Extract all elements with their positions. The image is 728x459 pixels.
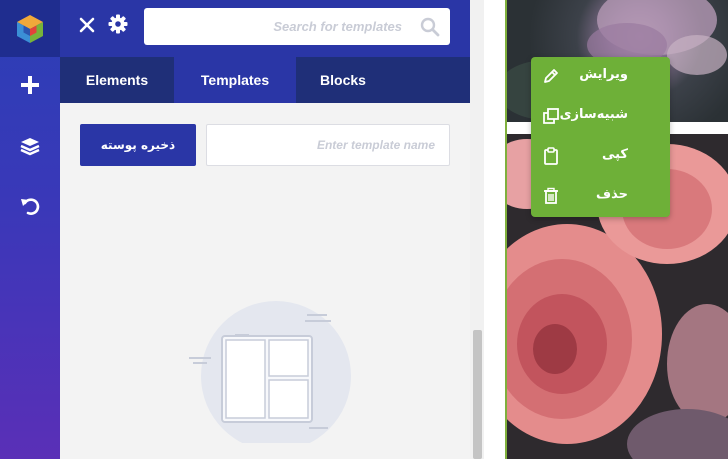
scrollbar-thumb[interactable] <box>473 330 482 459</box>
trash-icon <box>544 187 558 204</box>
tab-blocks[interactable]: Blocks <box>296 57 390 103</box>
element-context-menu: ویرایش شبیه‌سازی کپی حذف <box>531 57 670 217</box>
logo-icon[interactable] <box>0 0 60 57</box>
layers-icon <box>20 138 40 156</box>
tab-templates[interactable]: Templates <box>174 57 296 103</box>
menu-item-duplicate[interactable]: شبیه‌سازی <box>531 97 670 137</box>
panel-tabs: Elements Templates Blocks <box>60 57 470 103</box>
menu-item-label: حذف <box>596 187 628 202</box>
menu-item-label: شبیه‌سازی <box>559 107 628 122</box>
clipboard-icon <box>544 147 558 165</box>
undo-button[interactable] <box>0 186 60 226</box>
menu-item-label: ویرایش <box>579 67 628 82</box>
gear-icon <box>108 14 128 34</box>
save-template-button[interactable]: ذخیره پوسته <box>80 124 196 166</box>
add-element-button[interactable] <box>0 65 60 105</box>
undo-icon <box>21 198 40 215</box>
preview-margin <box>484 0 506 459</box>
search-box <box>144 8 450 45</box>
plus-icon <box>21 76 39 94</box>
close-button[interactable] <box>76 14 98 36</box>
search-input[interactable] <box>152 8 402 45</box>
pencil-icon <box>544 69 558 83</box>
duplicate-icon <box>543 108 559 124</box>
templates-panel: ذخیره پوسته <box>60 103 470 459</box>
settings-button[interactable] <box>107 13 129 35</box>
template-name-input[interactable] <box>206 124 450 166</box>
empty-templates-illustration <box>189 301 351 443</box>
close-icon <box>79 17 95 33</box>
tab-elements[interactable]: Elements <box>60 57 174 103</box>
left-rail <box>0 0 60 459</box>
menu-item-copy[interactable]: کپی <box>531 137 670 177</box>
layers-button[interactable] <box>0 126 60 166</box>
menu-item-label: کپی <box>601 147 628 162</box>
search-icon[interactable] <box>420 17 440 37</box>
menu-item-delete[interactable]: حذف <box>531 177 670 217</box>
panel-header <box>60 0 470 57</box>
menu-item-edit[interactable]: ویرایش <box>531 57 670 97</box>
